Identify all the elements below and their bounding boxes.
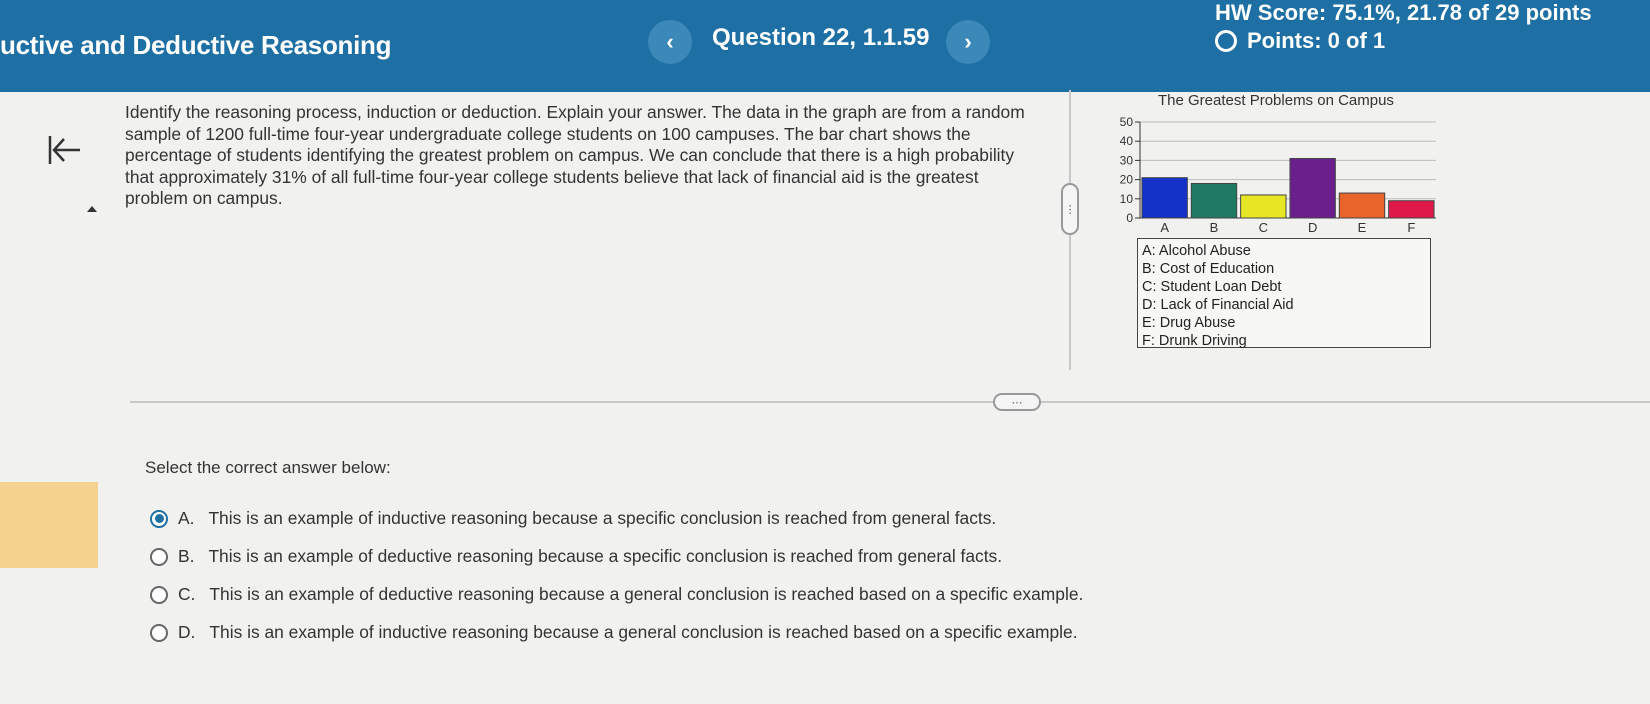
option-letter: C. <box>178 584 196 604</box>
chevron-right-icon: › <box>964 29 972 54</box>
bar-a <box>1141 177 1188 219</box>
y-tick-label: 20 <box>1120 173 1134 187</box>
points-circle-icon <box>1215 30 1237 52</box>
chevron-left-icon: ‹ <box>666 29 674 54</box>
x-tick-label: F <box>1407 220 1415 235</box>
x-tick-label: E <box>1358 220 1367 235</box>
legend-item-c: C: Student Loan Debt <box>1142 279 1282 295</box>
chart-title: The Greatest Problems on Campus <box>1158 92 1394 109</box>
question-number: Question 22, 1.1.59 <box>712 24 930 51</box>
radio-button[interactable] <box>150 623 168 642</box>
header-bar: uctive and Deductive Reasoning ‹ Questio… <box>0 0 1650 92</box>
option-text: This is an example of deductive reasonin… <box>209 584 1084 604</box>
horizontal-divider <box>130 401 1650 403</box>
x-tick-label: D <box>1308 220 1317 235</box>
radio-button[interactable] <box>150 585 168 604</box>
collapse-back-icon[interactable] <box>44 132 84 168</box>
previous-question-button[interactable]: ‹ <box>648 20 692 64</box>
y-tick-label: 40 <box>1120 134 1134 148</box>
legend-item-d: D: Lack of Financial Aid <box>1142 297 1294 313</box>
points-status: Points: 0 of 1 <box>1215 28 1385 54</box>
bar-f <box>1388 200 1435 219</box>
legend-item-e: E: Drug Abuse <box>1142 315 1236 331</box>
side-highlight <box>0 482 98 568</box>
answer-option-c[interactable]: C. This is an example of deductive reaso… <box>150 584 1083 605</box>
hw-score: HW Score: 75.1%, 21.78 of 29 points <box>1215 0 1592 25</box>
bar-c <box>1240 194 1287 219</box>
bar-e <box>1338 192 1386 219</box>
option-text: This is an example of deductive reasonin… <box>208 546 1003 566</box>
next-question-button[interactable]: › <box>946 20 990 64</box>
ellipsis-icon: ⋯ <box>1063 203 1076 215</box>
option-letter: A. <box>178 508 195 528</box>
radio-button-selected[interactable] <box>150 509 168 528</box>
bar-d <box>1289 157 1336 219</box>
x-tick-label: A <box>1160 220 1169 235</box>
chart-legend: A: Alcohol Abuse B: Cost of Education C:… <box>1137 238 1431 349</box>
horizontal-splitter-handle[interactable]: ⋯ <box>993 393 1041 411</box>
caret-up-icon[interactable] <box>87 206 97 212</box>
x-tick-label: B <box>1210 220 1219 235</box>
answer-option-b[interactable]: B. This is an example of deductive reaso… <box>150 546 1002 567</box>
question-text: Identify the reasoning process, inductio… <box>125 102 1025 208</box>
answer-option-d[interactable]: D. This is an example of inductive reaso… <box>150 622 1078 643</box>
legend-item-a: A: Alcohol Abuse <box>1142 243 1251 259</box>
ellipsis-icon: ⋯ <box>1011 396 1023 409</box>
section-title: uctive and Deductive Reasoning <box>0 30 392 60</box>
legend-item-f: F: Drunk Driving <box>1142 333 1247 349</box>
option-text: This is an example of inductive reasonin… <box>209 622 1078 642</box>
answer-prompt: Select the correct answer below: <box>145 458 391 477</box>
answer-option-a[interactable]: A. This is an example of inductive reaso… <box>150 508 996 529</box>
y-tick-label: 50 <box>1120 115 1134 129</box>
vertical-splitter-handle[interactable]: ⋯ <box>1061 183 1079 235</box>
x-tick-label: C <box>1259 220 1268 235</box>
radio-button[interactable] <box>150 547 168 566</box>
bar-b <box>1190 182 1238 219</box>
points-text: Points: 0 of 1 <box>1247 28 1386 53</box>
y-tick-label: 0 <box>1126 211 1133 225</box>
legend-item-b: B: Cost of Education <box>1142 261 1275 277</box>
bar-chart: 0 10 20 30 40 50 A B C D E F <box>1120 115 1436 235</box>
y-tick-label: 30 <box>1120 153 1134 167</box>
y-tick-label: 10 <box>1120 192 1134 206</box>
option-text: This is an example of inductive reasonin… <box>208 508 997 528</box>
option-letter: D. <box>178 622 196 642</box>
option-letter: B. <box>178 546 195 566</box>
